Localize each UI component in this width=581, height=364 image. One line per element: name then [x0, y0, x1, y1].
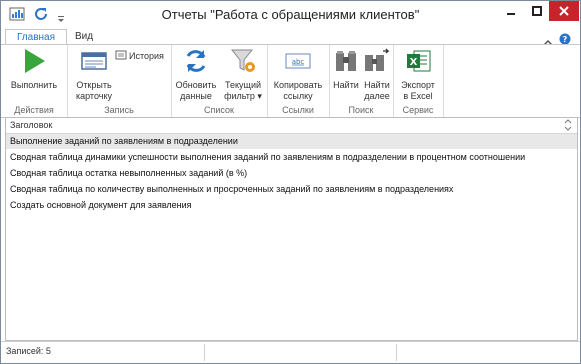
- group-service: X Экспорт в Excel Сервис: [393, 45, 444, 117]
- close-button[interactable]: [549, 1, 579, 21]
- group-label-service: Сервис: [402, 105, 434, 115]
- table-row[interactable]: Выполнение заданий по заявлениям в подра…: [6, 134, 577, 149]
- window-title: Отчеты "Работа с обращениями клиентов": [161, 7, 420, 22]
- row-title: Выполнение заданий по заявлениям в подра…: [10, 136, 238, 146]
- records-count: Записей: 5: [6, 346, 51, 356]
- group-label-list: Список: [204, 105, 234, 115]
- find-next-label-2: далее: [364, 91, 390, 101]
- refresh-data-button[interactable]: Обновить данные: [173, 47, 219, 102]
- column-header-title[interactable]: Заголовок: [6, 118, 577, 134]
- filter-icon: [221, 47, 265, 78]
- run-label: Выполнить: [10, 80, 58, 90]
- ribbon: Выполнить Действия Открыть карточку Исто…: [1, 44, 580, 118]
- open-card-label-2: карточку: [75, 91, 112, 101]
- current-filter-button[interactable]: Текущий фильтр ▾: [221, 47, 265, 102]
- svg-text:?: ?: [563, 35, 568, 44]
- group-record: Открыть карточку История Запись: [67, 45, 172, 117]
- binoculars-icon: [331, 47, 361, 78]
- export-excel-button[interactable]: X Экспорт в Excel: [396, 47, 440, 102]
- status-divider: [396, 344, 397, 361]
- group-label-links: Ссылки: [282, 105, 314, 115]
- title-bar: Отчеты "Работа с обращениями клиентов": [1, 1, 580, 29]
- play-icon: [7, 47, 61, 78]
- find-next-label-1: Найти: [364, 80, 390, 90]
- binoculars-next-icon: [361, 47, 393, 78]
- export-label-1: Экспорт: [401, 80, 435, 90]
- export-label-2: в Excel: [403, 91, 433, 101]
- tab-view[interactable]: Вид: [67, 29, 101, 45]
- group-actions: Выполнить Действия: [1, 45, 68, 117]
- find-label: Найти: [333, 80, 359, 90]
- row-title: Сводная таблица остатка невыполненных за…: [10, 168, 248, 178]
- link-icon: abc: [270, 47, 326, 78]
- row-title: Сводная таблица по количеству выполненны…: [10, 184, 454, 194]
- card-icon: [69, 47, 119, 78]
- copy-link-label-2: ссылку: [283, 91, 313, 101]
- refresh-label-1: Обновить: [175, 80, 217, 90]
- filter-label-row: фильтр ▾: [221, 91, 265, 102]
- find-button[interactable]: Найти: [331, 47, 361, 91]
- filter-label-1: Текущий: [225, 80, 261, 90]
- reports-grid: Заголовок Выполнение заданий по заявлени…: [5, 117, 578, 341]
- status-divider: [204, 344, 205, 361]
- ribbon-tabs: Главная Вид ?: [1, 29, 580, 46]
- group-label-record: Запись: [104, 105, 134, 115]
- find-next-button[interactable]: Найти далее: [361, 47, 393, 102]
- history-icon: [115, 49, 127, 64]
- history-button[interactable]: История: [115, 49, 171, 64]
- copy-link-button[interactable]: abc Копировать ссылку: [270, 47, 326, 102]
- group-search: Найти Найти далее Поиск: [329, 45, 394, 117]
- row-title: Сводная таблица динамики успешности выпо…: [10, 152, 526, 162]
- refresh-icon: [173, 47, 219, 78]
- column-header-title-label: Заголовок: [10, 120, 53, 130]
- group-list: Обновить данные Текущий фильтр ▾ Список: [171, 45, 268, 117]
- open-card-label-1: Открыть: [76, 80, 112, 90]
- refresh-label-2: данные: [180, 91, 212, 101]
- run-button[interactable]: Выполнить: [7, 47, 61, 91]
- status-bar: Записей: 5: [1, 341, 580, 363]
- maximize-button[interactable]: [523, 1, 550, 21]
- history-label: История: [129, 51, 164, 61]
- table-row[interactable]: Сводная таблица остатка невыполненных за…: [6, 166, 577, 181]
- table-row[interactable]: Сводная таблица динамики успешности выпо…: [6, 150, 577, 165]
- group-label-actions: Действия: [14, 105, 54, 115]
- filter-label-2: фильтр: [224, 91, 255, 101]
- excel-icon: X: [396, 47, 440, 78]
- svg-text:X: X: [410, 57, 418, 68]
- table-row[interactable]: Создать основной документ для заявления: [6, 198, 577, 213]
- open-card-button[interactable]: Открыть карточку: [69, 47, 119, 102]
- filter-dropdown-icon: ▾: [257, 91, 262, 101]
- minimize-button[interactable]: [497, 1, 524, 21]
- app-window: Отчеты "Работа с обращениями клиентов" Г…: [0, 0, 581, 364]
- table-row[interactable]: Сводная таблица по количеству выполненны…: [6, 182, 577, 197]
- row-title: Создать основной документ для заявления: [10, 200, 192, 210]
- group-label-search: Поиск: [348, 105, 374, 115]
- group-links: abc Копировать ссылку Ссылки: [267, 45, 330, 117]
- copy-link-label-1: Копировать: [273, 80, 323, 90]
